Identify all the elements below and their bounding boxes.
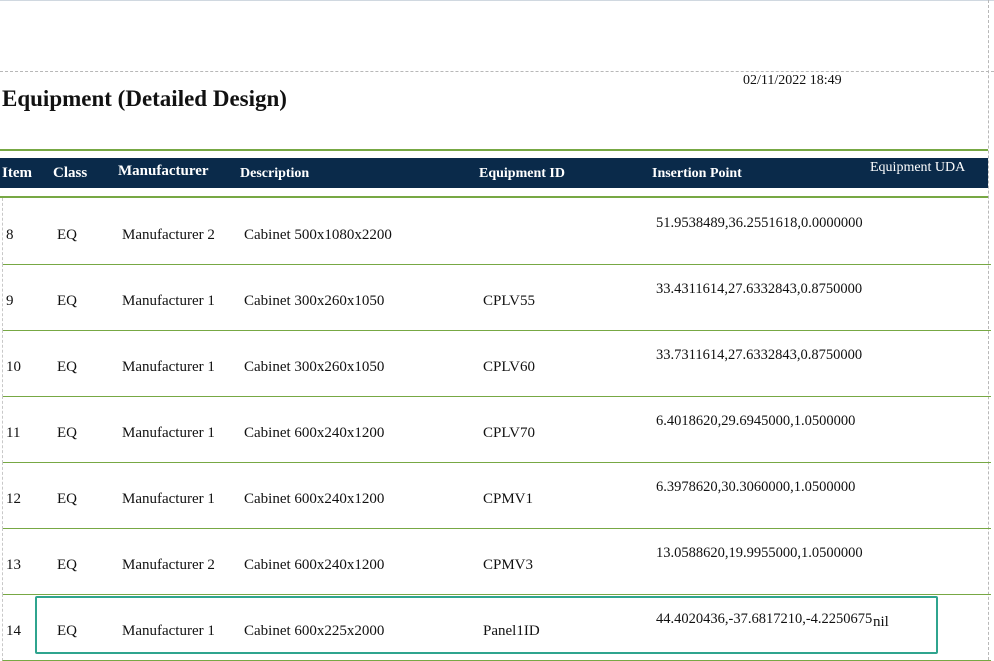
- table-row: 8 EQ Manufacturer 2 Cabinet 500x1080x220…: [2, 198, 991, 265]
- cell-equipment-id: CPMV3: [483, 557, 534, 573]
- column-header-equipment-uda: Equipment UDA: [870, 160, 966, 175]
- cell-manufacturer: Manufacturer 1: [122, 623, 215, 639]
- table-header: Item Class Manufacturer Description Equi…: [0, 158, 988, 188]
- table-row: 11 EQ Manufacturer 1 Cabinet 600x240x120…: [2, 396, 991, 463]
- cell-equipment-id: CPLV70: [483, 425, 535, 441]
- column-header-manufacturer: Manufacturer: [118, 163, 209, 179]
- column-header-description: Description: [240, 166, 310, 181]
- report-title: Equipment (Detailed Design): [2, 86, 287, 111]
- column-header-insertion-point: Insertion Point: [652, 166, 742, 181]
- cell-manufacturer: Manufacturer 1: [122, 491, 215, 507]
- table-row: 9 EQ Manufacturer 1 Cabinet 300x260x1050…: [2, 264, 991, 331]
- table-row: 13 EQ Manufacturer 2 Cabinet 600x240x120…: [2, 528, 991, 595]
- cell-description: Cabinet 300x260x1050: [244, 359, 385, 375]
- cell-item: 13: [6, 557, 21, 573]
- cell-class: EQ: [57, 293, 77, 309]
- cell-description: Cabinet 300x260x1050: [244, 293, 385, 309]
- cell-insertion-point: 6.3978620,30.3060000,1.0500000: [656, 479, 856, 495]
- header-top-rule: [0, 149, 988, 151]
- column-header-item: Item: [2, 165, 32, 181]
- page-margin-guide-horizontal: [0, 71, 994, 72]
- cell-insertion-point: 51.9538489,36.2551618,0.0000000: [656, 215, 863, 231]
- cell-manufacturer: Manufacturer 2: [122, 557, 215, 573]
- cell-manufacturer: Manufacturer 1: [122, 359, 215, 375]
- cell-manufacturer: Manufacturer 1: [122, 425, 215, 441]
- cell-description: Cabinet 500x1080x2200: [244, 227, 392, 243]
- cell-insertion-point: 6.4018620,29.6945000,1.0500000: [656, 413, 856, 429]
- cell-item: 12: [6, 491, 21, 507]
- cell-class: EQ: [57, 491, 77, 507]
- cell-item: 14: [6, 623, 21, 639]
- cell-equipment-id: Panel1ID: [483, 623, 540, 639]
- cell-class: EQ: [57, 425, 77, 441]
- cell-description: Cabinet 600x240x1200: [244, 425, 385, 441]
- cell-equipment-uda: nil: [873, 614, 889, 630]
- table-row: 12 EQ Manufacturer 1 Cabinet 600x240x120…: [2, 462, 991, 529]
- cell-class: EQ: [57, 623, 77, 639]
- cell-insertion-point: 44.4020436,-37.6817210,-4.2250675: [656, 611, 873, 627]
- table-row: 10 EQ Manufacturer 1 Cabinet 300x260x105…: [2, 330, 991, 397]
- cell-item: 10: [6, 359, 21, 375]
- page-top-edge: [0, 0, 994, 1]
- cell-equipment-id: CPLV60: [483, 359, 535, 375]
- cell-description: Cabinet 600x225x2000: [244, 623, 385, 639]
- cell-description: Cabinet 600x240x1200: [244, 557, 385, 573]
- cell-insertion-point: 13.0588620,19.9955000,1.0500000: [656, 545, 863, 561]
- cell-insertion-point: 33.4311614,27.6332843,0.8750000: [656, 281, 863, 297]
- cell-description: Cabinet 600x240x1200: [244, 491, 385, 507]
- report-timestamp: 02/11/2022 18:49: [743, 73, 842, 88]
- cell-class: EQ: [57, 557, 77, 573]
- column-header-equipment-id: Equipment ID: [479, 166, 565, 181]
- cell-class: EQ: [57, 227, 77, 243]
- cell-equipment-id: CPMV1: [483, 491, 534, 507]
- cell-item: 8: [6, 227, 14, 243]
- cell-item: 11: [6, 425, 21, 441]
- cell-class: EQ: [57, 359, 77, 375]
- cell-manufacturer: Manufacturer 2: [122, 227, 215, 243]
- cell-item: 9: [6, 293, 14, 309]
- table-row-selected[interactable]: 14 EQ Manufacturer 1 Cabinet 600x225x200…: [2, 594, 991, 661]
- column-header-class: Class: [53, 165, 88, 181]
- cell-equipment-id: CPLV55: [483, 293, 535, 309]
- cell-manufacturer: Manufacturer 1: [122, 293, 215, 309]
- cell-insertion-point: 33.7311614,27.6332843,0.8750000: [656, 347, 863, 363]
